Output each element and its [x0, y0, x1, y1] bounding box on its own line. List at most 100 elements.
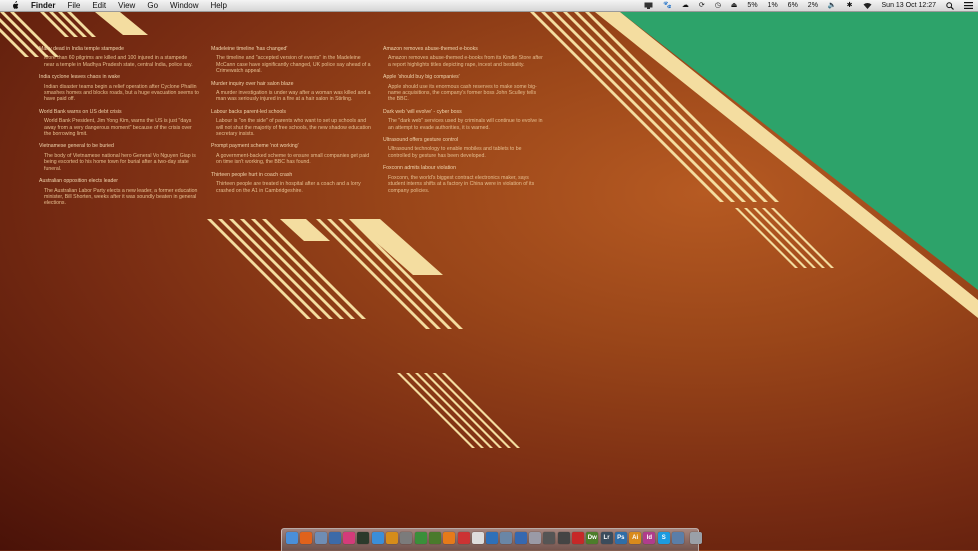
menu-app-finder[interactable]: Finder — [25, 0, 61, 11]
dock-vlc-icon[interactable] — [443, 532, 456, 544]
headline-summary: Thirteen people are treated in hospital … — [216, 181, 361, 194]
headline-summary: Foxconn, the world's biggest contract el… — [388, 174, 535, 194]
dock-transmission-icon[interactable] — [428, 532, 441, 544]
dock-display-icon[interactable] — [672, 532, 685, 544]
dock-itunes-icon[interactable] — [343, 532, 356, 544]
dock-filezilla-icon[interactable] — [571, 532, 584, 544]
cpu-core-1-usage: 5% — [747, 2, 758, 9]
apple-menu-icon[interactable] — [9, 0, 20, 11]
menu-help[interactable]: Help — [204, 0, 232, 11]
sync-icon[interactable]: ⟳ — [699, 0, 705, 11]
dock-trash-icon[interactable] — [690, 532, 703, 544]
time-machine-icon[interactable]: ◷ — [715, 0, 721, 11]
headline-item[interactable]: World Bank warns on US debt crisis World … — [39, 109, 199, 138]
dock-skype-icon[interactable]: S — [657, 532, 670, 544]
headline-item[interactable]: Dark web 'will evolve' - cyber boss The "… — [383, 109, 543, 131]
eject-icon[interactable]: ⏏ — [731, 0, 738, 11]
dock-dreamweaver-icon[interactable]: Dw — [586, 532, 599, 544]
dock-address-book-icon[interactable] — [543, 532, 556, 544]
headline-item[interactable]: Prompt payment scheme 'not working' A gov… — [211, 143, 371, 165]
headline-item[interactable]: Amazon removes abuse-themed e-books Amazo… — [383, 46, 543, 68]
headline-item[interactable]: Australian opposition elects leader The A… — [39, 178, 199, 207]
dock-network-utility-icon[interactable] — [514, 532, 527, 544]
monitor-icon[interactable] — [644, 2, 653, 9]
dock-preview-icon[interactable] — [328, 532, 341, 544]
headline-title: Murder inquiry over hair salon blaze — [211, 80, 294, 87]
headline-title: Thirteen people hurt in coach crash — [211, 171, 293, 178]
headline-title: Many dead in India temple stampede — [39, 46, 125, 52]
stripe-right-lower — [753, 208, 816, 268]
cpu-core-3-usage: 6% — [787, 2, 798, 9]
clock[interactable]: Sun 13 Oct 12:27 — [882, 0, 936, 11]
headline-summary: Labour is "on the side" of parents who w… — [216, 118, 371, 138]
stripe-right-lower — [762, 208, 825, 268]
headline-summary: The timeline and "accepted version of ev… — [216, 55, 371, 75]
dock-bolt-icon[interactable] — [414, 532, 427, 544]
stripe-right-lower — [735, 208, 798, 268]
headline-item[interactable]: Foxconn admits labour violation Foxconn, … — [383, 165, 543, 194]
headline-item[interactable]: Labour backs parent-led schools Labour is… — [211, 109, 371, 138]
cpu-core-4-usage: 2% — [807, 2, 818, 9]
headline-title: Ultrasound offers gesture control — [383, 137, 459, 144]
dock-mail-icon[interactable] — [314, 532, 327, 544]
headline-summary: A murder investigation is under way afte… — [216, 90, 371, 103]
dock-icons: Dw Lr Ps Ai Id S — [286, 532, 705, 544]
dock-textedit-icon[interactable] — [457, 532, 470, 544]
headline-summary: Indian disaster teams begin a relief ope… — [44, 83, 199, 103]
headline-title: Australian opposition elects leader — [39, 178, 119, 185]
dock-safari-icon[interactable] — [371, 532, 384, 544]
headline-summary: More than 60 pilgrims are killed and 100… — [44, 55, 193, 68]
menu-window[interactable]: Window — [164, 0, 204, 11]
cloud-icon[interactable]: ☁ — [682, 0, 689, 11]
dock-finder-icon[interactable] — [286, 532, 298, 544]
headline-title: Labour backs parent-led schools — [211, 108, 286, 115]
dock-disk-utility-icon[interactable] — [500, 532, 513, 544]
headline-item[interactable]: Vietnamese general to be buried The body … — [39, 143, 199, 172]
menu-bar: Finder File Edit View Go Window Help 🐾 ☁… — [0, 0, 978, 12]
dock: Dw Lr Ps Ai Id S — [281, 528, 703, 551]
dock-photo-tool-icon[interactable] — [557, 532, 570, 544]
headline-item[interactable]: Many dead in India temple stampede More t… — [39, 46, 199, 68]
dock-indesign-icon[interactable]: Id — [643, 532, 656, 544]
dock-lightroom-icon[interactable]: Lr — [600, 532, 613, 544]
headline-item[interactable]: Apple 'should buy big companies' Apple sh… — [383, 74, 543, 103]
news-column-3: Amazon removes abuse-themed e-books Amazo… — [383, 46, 543, 200]
headline-summary: World Bank President, Jim Yong Kim, warn… — [44, 118, 192, 138]
bluetooth-icon[interactable]: ✱ — [847, 0, 853, 11]
dock-system-preferences-icon[interactable] — [400, 532, 413, 544]
notification-center-icon[interactable] — [964, 2, 973, 9]
headline-summary: The Australian Labor Party elects a new … — [44, 187, 198, 207]
wifi-icon[interactable] — [863, 2, 872, 9]
dock-illustrator-icon[interactable]: Ai — [629, 532, 642, 544]
dock-script-editor-icon[interactable] — [529, 532, 542, 544]
news-column-2: Madeleine timeline 'has changed' The time… — [211, 46, 371, 200]
volume-icon[interactable]: 🔈 — [828, 0, 837, 11]
menu-view[interactable]: View — [112, 0, 141, 11]
menu-edit[interactable]: Edit — [86, 0, 112, 11]
menu-go[interactable]: Go — [141, 0, 164, 11]
dock-photoshop-icon[interactable]: Ps — [614, 532, 627, 544]
paw-icon[interactable]: 🐾 — [663, 0, 672, 11]
headline-item[interactable]: Murder inquiry over hair salon blaze A mu… — [211, 81, 371, 103]
headline-summary: Amazon removes abuse-themed e-books from… — [388, 55, 543, 68]
headline-title: Dark web 'will evolve' - cyber boss — [383, 108, 462, 115]
headline-item[interactable]: Thirteen people hurt in coach crash Thirt… — [211, 172, 371, 194]
dock-firefox-icon[interactable] — [300, 532, 313, 544]
dock-notes-icon[interactable] — [471, 532, 484, 544]
headline-summary: The body of Vietnamese national hero Gen… — [44, 152, 196, 172]
status-area: 🐾 ☁ ⟳ ◷ ⏏ 5% 1% 6% 2% 🔈 ✱ Sun 13 Oct 12:… — [639, 0, 978, 11]
headline-item[interactable]: Madeleine timeline 'has changed' The time… — [211, 46, 371, 75]
menu-file[interactable]: File — [61, 0, 86, 11]
dock-terminal-icon[interactable] — [357, 532, 370, 544]
dock-vlc-like-icon[interactable] — [386, 532, 399, 544]
wallpaper-green-triangle — [620, 12, 978, 290]
headline-title: Foxconn admits labour violation — [383, 165, 456, 172]
headline-item[interactable]: Ultrasound offers gesture control Ultraso… — [383, 137, 543, 159]
headline-title: Prompt payment scheme 'not working' — [211, 143, 299, 150]
dock-xcode-icon[interactable] — [486, 532, 499, 544]
headline-title: India cyclone leaves chaos in wake — [39, 74, 121, 81]
headline-summary: The "dark web" services used by criminal… — [388, 118, 543, 131]
headline-title: Madeleine timeline 'has changed' — [211, 46, 288, 52]
spotlight-search-icon[interactable] — [946, 1, 954, 10]
headline-item[interactable]: India cyclone leaves chaos in wake Indian… — [39, 74, 199, 103]
